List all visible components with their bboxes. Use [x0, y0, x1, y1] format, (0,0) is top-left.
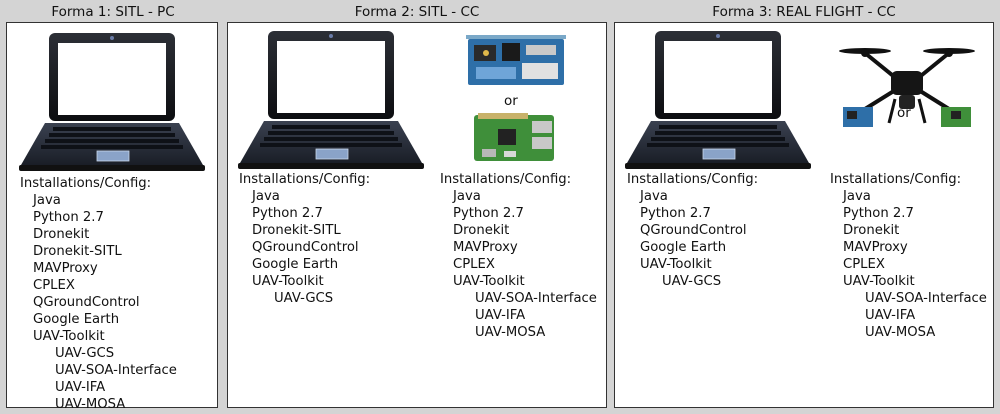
dev-board-icon	[466, 35, 566, 85]
config-item: Dronekit	[843, 223, 900, 238]
config-item: Java	[252, 189, 280, 204]
config-list: Installations/Config: Java Python 2.7 Drone…	[830, 171, 987, 341]
config-item: MAVProxy	[453, 240, 518, 255]
laptop-icon	[238, 31, 424, 169]
forma-2-panel: or Installations/Config: Java Python 2.7 Dr…	[227, 22, 607, 408]
config-subitem: UAV-GCS	[662, 274, 722, 289]
config-subitem: UAV-IFA	[55, 380, 106, 395]
config-item: UAV-Toolkit	[33, 329, 105, 344]
config-item: Python 2.7	[33, 210, 104, 225]
config-item: Python 2.7	[843, 206, 914, 221]
config-item: QGroundControl	[33, 295, 140, 310]
config-item: UAV-Toolkit	[843, 274, 915, 289]
config-header: Installations/Config:	[440, 172, 572, 187]
config-list: Installations/Config: Java Python 2.7 QGrou…	[627, 171, 758, 290]
laptop-icon	[625, 31, 811, 169]
config-subitem: UAV-SOA-Interface	[55, 363, 177, 378]
config-item: Java	[843, 189, 871, 204]
config-item: Google Earth	[640, 240, 727, 255]
config-list: Installations/Config: Java Python 2.7 Drone…	[20, 175, 177, 413]
config-subitem: UAV-MOSA	[865, 325, 936, 340]
config-subitem: UAV-SOA-Interface	[475, 291, 597, 306]
config-item: Java	[453, 189, 481, 204]
config-subitem: UAV-MOSA	[55, 397, 126, 412]
config-item: Python 2.7	[640, 206, 711, 221]
or-label: or	[504, 93, 518, 109]
forma-3-panel: or Installations/Config: Java Python 2.7 QG…	[614, 22, 994, 408]
config-item: Dronekit	[453, 223, 510, 238]
forma-2-title: Forma 2: SITL - CC	[354, 4, 480, 20]
config-subitem: UAV-GCS	[55, 346, 115, 361]
config-list: Installations/Config: Java Python 2.7 Drone…	[440, 171, 597, 341]
config-item: Dronekit-SITL	[252, 223, 341, 238]
config-item: UAV-Toolkit	[252, 274, 324, 289]
forma-1-title: Forma 1: SITL - PC	[51, 4, 175, 20]
config-header: Installations/Config:	[830, 172, 962, 187]
config-item: Python 2.7	[453, 206, 524, 221]
config-subitem: UAV-SOA-Interface	[865, 291, 987, 306]
config-item: Java	[33, 193, 61, 208]
forma-1-panel: Installations/Config: Java Python 2.7 Drone…	[6, 22, 218, 412]
config-header: Installations/Config:	[20, 176, 152, 191]
config-item: CPLEX	[33, 278, 75, 293]
forma-3-title: Forma 3: REAL FLIGHT - CC	[712, 4, 896, 20]
config-item: Dronekit-SITL	[33, 244, 122, 259]
config-header: Installations/Config:	[239, 172, 371, 187]
config-subitem: UAV-MOSA	[475, 325, 546, 340]
config-item: QGroundControl	[640, 223, 747, 238]
config-item: CPLEX	[453, 257, 495, 272]
config-item: Java	[640, 189, 668, 204]
config-item: CPLEX	[843, 257, 885, 272]
config-item: Google Earth	[33, 312, 120, 327]
config-item: MAVProxy	[33, 261, 98, 276]
config-item: UAV-Toolkit	[640, 257, 712, 272]
config-item: Dronekit	[33, 227, 90, 242]
laptop-icon	[19, 33, 205, 171]
or-label: or	[897, 105, 911, 121]
config-subitem: UAV-IFA	[865, 308, 916, 323]
config-item: Python 2.7	[252, 206, 323, 221]
config-subitem: UAV-IFA	[475, 308, 526, 323]
config-item: MAVProxy	[843, 240, 908, 255]
raspberry-pi-icon	[474, 113, 554, 161]
config-item: UAV-Toolkit	[453, 274, 525, 289]
config-list: Installations/Config: Java Python 2.7 Drone…	[239, 171, 370, 307]
config-subitem: UAV-GCS	[274, 291, 334, 306]
config-item: QGroundControl	[252, 240, 359, 255]
config-header: Installations/Config:	[627, 172, 759, 187]
config-item: Google Earth	[252, 257, 339, 272]
